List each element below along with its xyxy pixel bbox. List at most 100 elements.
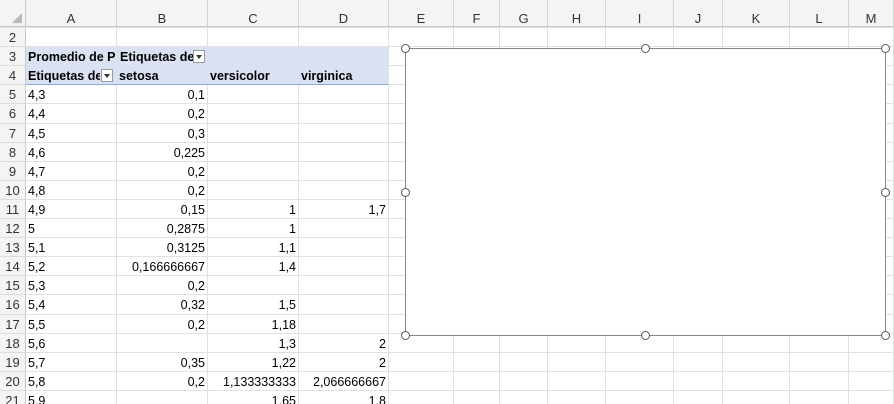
row-header-10[interactable]: 10 xyxy=(0,181,26,200)
virginica-value-cell[interactable] xyxy=(299,124,388,143)
row-header-7[interactable]: 7 xyxy=(0,124,26,143)
row-label-cell[interactable]: 5,1 xyxy=(26,238,116,257)
versicolor-value-cell[interactable] xyxy=(208,124,298,143)
select-all-corner[interactable] xyxy=(0,0,26,27)
versicolor-value-cell[interactable]: 1 xyxy=(208,219,298,238)
virginica-value-cell[interactable]: 2 xyxy=(299,334,388,353)
column-header-f[interactable]: F xyxy=(454,0,500,27)
column-header-g[interactable]: G xyxy=(500,0,548,27)
setosa-value-cell[interactable] xyxy=(117,334,207,353)
series-header-setosa[interactable]: setosa xyxy=(117,66,207,85)
setosa-value-cell[interactable]: 0,2 xyxy=(117,276,207,295)
row-label-cell[interactable]: 5,7 xyxy=(26,353,116,372)
row-label-cell[interactable]: 4,6 xyxy=(26,143,116,162)
versicolor-value-cell[interactable] xyxy=(208,104,298,123)
setosa-value-cell[interactable]: 0,2875 xyxy=(117,219,207,238)
setosa-value-cell[interactable]: 0,166666667 xyxy=(117,257,207,276)
virginica-value-cell[interactable] xyxy=(299,276,388,295)
row-label-cell[interactable]: 4,5 xyxy=(26,124,116,143)
column-header-l[interactable]: L xyxy=(790,0,849,27)
row-header-19[interactable]: 19 xyxy=(0,353,26,372)
virginica-value-cell[interactable] xyxy=(299,143,388,162)
setosa-value-cell[interactable]: 0,1 xyxy=(117,85,207,104)
versicolor-value-cell[interactable]: 1,18 xyxy=(208,315,298,334)
column-header-k[interactable]: K xyxy=(723,0,790,27)
row-label-cell[interactable]: 5,4 xyxy=(26,295,116,314)
row-header-4[interactable]: 4 xyxy=(0,66,26,85)
row-header-20[interactable]: 20 xyxy=(0,372,26,391)
row-label-cell[interactable]: 4,4 xyxy=(26,104,116,123)
versicolor-value-cell[interactable]: 1,3 xyxy=(208,334,298,353)
column-header-c[interactable]: C xyxy=(208,0,299,27)
row-header-18[interactable]: 18 xyxy=(0,334,26,353)
column-header-a[interactable]: A xyxy=(26,0,117,27)
column-header-j[interactable]: J xyxy=(674,0,723,27)
chart-resize-handle-bottom-right[interactable] xyxy=(881,331,890,340)
setosa-value-cell[interactable]: 0,3125 xyxy=(117,238,207,257)
row-label-cell[interactable]: 4,9 xyxy=(26,200,116,219)
virginica-value-cell[interactable]: 1,8 xyxy=(299,391,388,404)
column-header-m[interactable]: M xyxy=(849,0,894,27)
spreadsheet-grid[interactable]: A B C D E F G H I J K L M 2 3 4 5 6 7 8 9 10 11 12 13 14 15 16 17 18 1… xyxy=(0,0,894,404)
row-header-21[interactable]: 21 xyxy=(0,391,26,404)
versicolor-value-cell[interactable] xyxy=(208,162,298,181)
versicolor-value-cell[interactable] xyxy=(208,276,298,295)
virginica-value-cell[interactable] xyxy=(299,257,388,276)
setosa-value-cell[interactable]: 0,2 xyxy=(117,162,207,181)
column-header-d[interactable]: D xyxy=(299,0,389,27)
virginica-value-cell[interactable] xyxy=(299,238,388,257)
versicolor-value-cell[interactable]: 1,133333333 xyxy=(208,372,298,391)
row-label-cell[interactable]: 5,2 xyxy=(26,257,116,276)
row-header-6[interactable]: 6 xyxy=(0,104,26,124)
virginica-value-cell[interactable]: 2,066666667 xyxy=(299,372,388,391)
row-label-cell[interactable]: 5,3 xyxy=(26,276,116,295)
versicolor-value-cell[interactable]: 1,4 xyxy=(208,257,298,276)
row-header-17[interactable]: 17 xyxy=(0,315,26,334)
empty-chart-area[interactable] xyxy=(405,48,886,336)
chart-resize-handle-bottom[interactable] xyxy=(641,331,650,340)
virginica-value-cell[interactable] xyxy=(299,104,388,123)
row-label-cell[interactable]: 5,6 xyxy=(26,334,116,353)
versicolor-value-cell[interactable] xyxy=(208,143,298,162)
virginica-value-cell[interactable]: 2 xyxy=(299,353,388,372)
virginica-value-cell[interactable]: 1,7 xyxy=(299,200,388,219)
setosa-value-cell[interactable]: 0,225 xyxy=(117,143,207,162)
column-header-e[interactable]: E xyxy=(389,0,454,27)
setosa-value-cell[interactable]: 0,35 xyxy=(117,353,207,372)
chart-resize-handle-bottom-left[interactable] xyxy=(401,331,410,340)
setosa-value-cell[interactable]: 0,2 xyxy=(117,104,207,123)
row-header-14[interactable]: 14 xyxy=(0,257,26,276)
versicolor-value-cell[interactable] xyxy=(208,85,298,104)
pivot-title-cell[interactable]: Promedio de P xyxy=(26,47,117,66)
row-labels-header[interactable]: Etiquetas de xyxy=(26,66,100,85)
virginica-value-cell[interactable] xyxy=(299,162,388,181)
row-header-15[interactable]: 15 xyxy=(0,276,26,295)
row-label-cell[interactable]: 5,5 xyxy=(26,315,116,334)
chart-resize-handle-top-left[interactable] xyxy=(401,44,410,53)
versicolor-value-cell[interactable] xyxy=(208,181,298,200)
column-header-b[interactable]: B xyxy=(117,0,208,27)
versicolor-value-cell[interactable]: 1,65 xyxy=(208,391,298,404)
setosa-value-cell[interactable]: 0,2 xyxy=(117,315,207,334)
versicolor-value-cell[interactable]: 1 xyxy=(208,200,298,219)
virginica-value-cell[interactable] xyxy=(299,315,388,334)
row-header-5[interactable]: 5 xyxy=(0,85,26,104)
row-header-9[interactable]: 9 xyxy=(0,162,26,181)
row-header-11[interactable]: 11 xyxy=(0,200,26,219)
chart-resize-handle-left[interactable] xyxy=(401,188,410,197)
column-header-i[interactable]: I xyxy=(606,0,674,27)
row-label-cell[interactable]: 4,3 xyxy=(26,85,116,104)
virginica-value-cell[interactable] xyxy=(299,295,388,314)
row-header-16[interactable]: 16 xyxy=(0,295,26,315)
virginica-value-cell[interactable] xyxy=(299,85,388,104)
row-label-cell[interactable]: 5,9 xyxy=(26,391,116,404)
virginica-value-cell[interactable] xyxy=(299,219,388,238)
row-labels-filter-button[interactable] xyxy=(101,69,113,82)
setosa-value-cell[interactable]: 0,2 xyxy=(117,372,207,391)
setosa-value-cell[interactable] xyxy=(117,391,207,404)
setosa-value-cell[interactable]: 0,32 xyxy=(117,295,207,314)
row-header-3[interactable]: 3 xyxy=(0,47,26,66)
row-label-cell[interactable]: 5,8 xyxy=(26,372,116,391)
row-header-8[interactable]: 8 xyxy=(0,143,26,162)
chart-resize-handle-top[interactable] xyxy=(641,44,650,53)
